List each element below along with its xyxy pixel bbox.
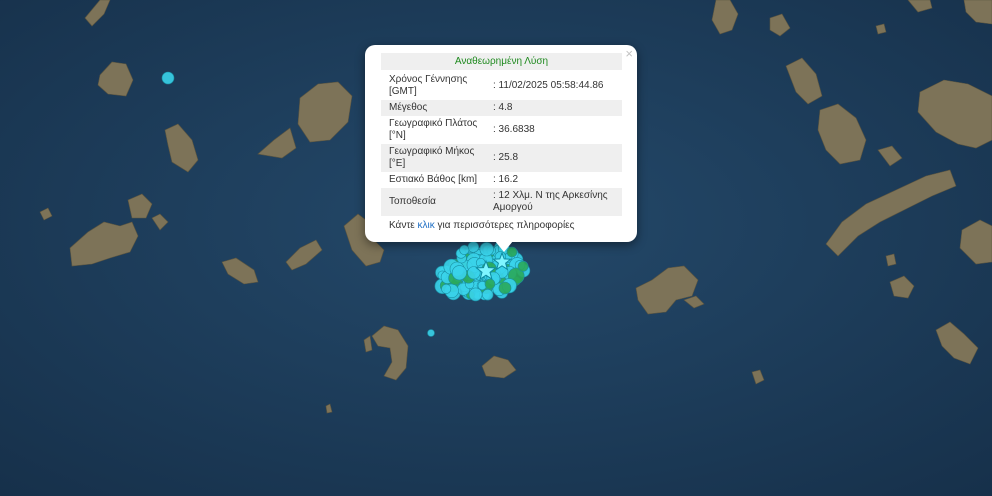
label-magnitude: Μέγεθος: [381, 100, 485, 116]
value-depth: : 16.2: [493, 174, 519, 185]
info-table: Χρόνος Γέννησης [GMT] : 11/02/2025 05:58…: [381, 72, 622, 216]
row-latitude: Γεωγραφικό Πλάτος [°N] : 36.6838: [381, 116, 622, 144]
earthquake-marker[interactable]: [498, 281, 512, 295]
more-info-text: Κάντε κλικ για περισσότερες πληροφορίες: [381, 220, 622, 231]
earthquake-marker[interactable]: [459, 244, 470, 255]
earthquake-marker[interactable]: [161, 71, 175, 85]
label-location: Τοποθεσία: [381, 188, 485, 216]
row-origin-time: Χρόνος Γέννησης [GMT] : 11/02/2025 05:58…: [381, 72, 622, 100]
close-icon[interactable]: ×: [625, 47, 633, 60]
earthquake-marker[interactable]: [451, 265, 467, 281]
value-origin-time: : 11/02/2025 05:58:44.86: [493, 80, 604, 91]
label-longitude: Γεωγραφικό Μήκος [°E]: [381, 144, 485, 172]
earthquake-marker[interactable]: [441, 283, 452, 294]
label-origin-time: Χρόνος Γέννησης [GMT]: [389, 74, 468, 97]
island-tiny-2: [875, 23, 887, 35]
earthquake-marker[interactable]: [479, 242, 494, 257]
earthquake-marker[interactable]: [517, 260, 529, 272]
earthquake-marker[interactable]: [467, 241, 479, 253]
row-depth: Εστιακό Βάθος [km] : 16.2: [381, 172, 622, 188]
island-small-4: [885, 253, 897, 267]
earthquake-marker[interactable]: [482, 289, 494, 301]
earthquake-marker[interactable]: [484, 278, 496, 290]
label-depth: Εστιακό Βάθος [km]: [389, 174, 478, 185]
label-latitude: Γεωγραφικό Πλάτος [°N]: [389, 118, 478, 141]
row-location: Τοποθεσία : 12 Χλμ. N της Αρκεσίνης Αμορ…: [381, 188, 622, 216]
value-magnitude: : 4.8: [485, 100, 622, 116]
more-prefix: Κάντε: [389, 220, 418, 231]
earthquake-info-popup: × Αναθεωρημένη Λύση Χρόνος Γέννησης [GMT…: [365, 45, 637, 242]
earthquake-marker[interactable]: [427, 329, 435, 337]
more-info-link[interactable]: κλικ: [418, 220, 435, 231]
value-longitude: : 25.8: [485, 144, 622, 172]
popup-title: Αναθεωρημένη Λύση: [381, 53, 622, 70]
row-longitude: Γεωγραφικό Μήκος [°E] : 25.8: [381, 144, 622, 172]
more-suffix: για περισσότερες πληροφορίες: [434, 220, 575, 231]
value-location: : 12 Χλμ. N της Αρκεσίνης Αμοργού: [485, 188, 622, 216]
earthquake-marker[interactable]: [468, 287, 483, 302]
row-magnitude: Μέγεθος : 4.8: [381, 100, 622, 116]
popup-pointer: [495, 241, 513, 252]
value-latitude: : 36.6838: [493, 124, 535, 135]
